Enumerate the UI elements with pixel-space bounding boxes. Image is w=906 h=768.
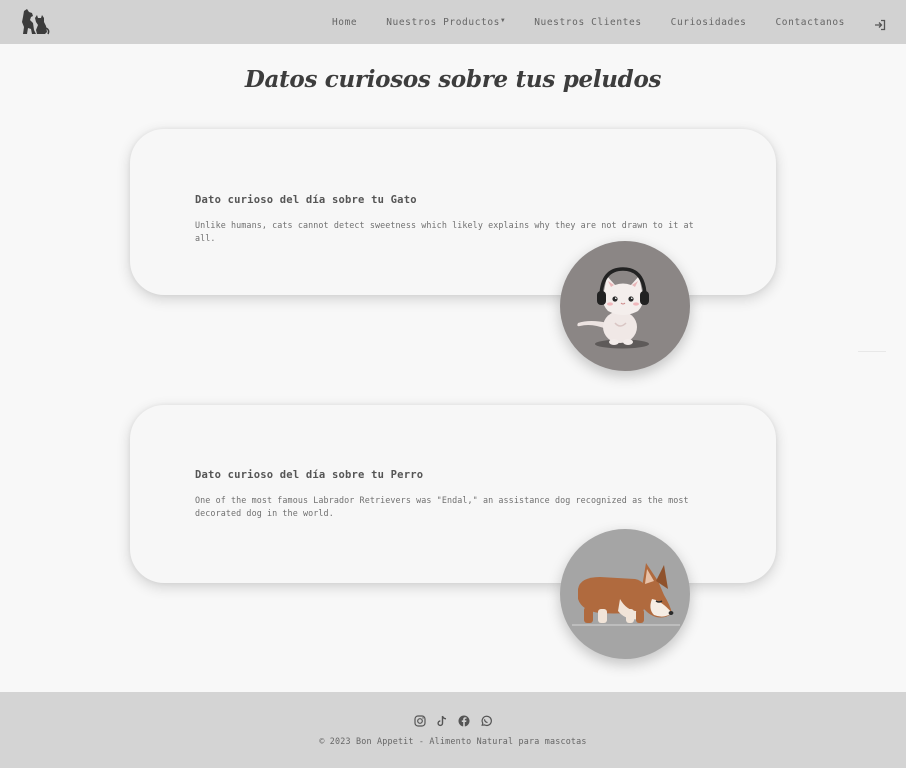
whatsapp-icon[interactable] <box>480 712 492 727</box>
tiktok-icon[interactable] <box>436 712 448 727</box>
card-text: One of the most famous Labrador Retrieve… <box>195 495 689 518</box>
copyright-text: © 2023 Bon Appetit - Alimento Natural pa… <box>319 736 587 746</box>
fact-card-dog: Dato curioso del día sobre tu Perro One … <box>130 405 776 583</box>
nav-links: Home Nuestros Productos▼ Nuestros Client… <box>303 0 886 44</box>
card-text: Unlike humans, cats cannot detect sweetn… <box>195 220 694 243</box>
facebook-icon[interactable] <box>458 712 470 727</box>
nav-link-contact[interactable]: Contactanos <box>775 17 845 28</box>
corgi-dog-illustration <box>560 529 690 659</box>
cat-with-headphones-illustration <box>560 241 690 371</box>
dog-cat-logo-icon[interactable] <box>20 8 50 36</box>
navbar: Home Nuestros Productos▼ Nuestros Client… <box>0 0 906 44</box>
page-title: Datos curiosos sobre tus peludos <box>244 66 662 93</box>
nav-link-home[interactable]: Home <box>332 17 357 28</box>
caret-down-icon: ▼ <box>500 16 506 24</box>
nav-link-products-label: Nuestros Productos <box>386 16 500 28</box>
login-icon[interactable] <box>874 16 886 31</box>
social-links <box>0 712 906 727</box>
footer: © 2023 Bon Appetit - Alimento Natural pa… <box>0 692 906 768</box>
nav-link-curiosities[interactable]: Curiosidades <box>671 17 747 28</box>
card-title: Dato curioso del día sobre tu Perro <box>195 469 424 481</box>
divider <box>858 351 886 352</box>
instagram-icon[interactable] <box>414 712 426 727</box>
nav-link-clients[interactable]: Nuestros Clientes <box>534 17 641 28</box>
card-title: Dato curioso del día sobre tu Gato <box>195 194 417 206</box>
nav-link-products-dropdown[interactable]: Nuestros Productos▼ <box>386 17 505 28</box>
